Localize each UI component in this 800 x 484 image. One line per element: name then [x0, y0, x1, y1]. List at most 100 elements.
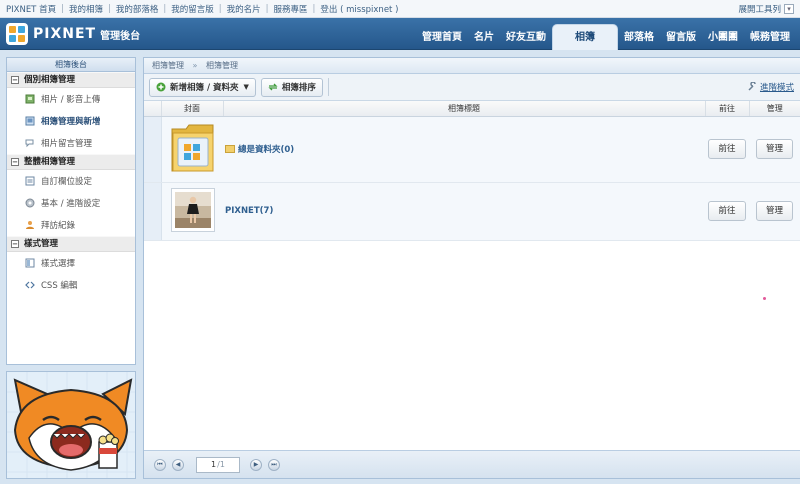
main-nav: 管理首頁 名片 好友互動 相簿 部落格 留言版 小團團 帳務管理 [416, 22, 796, 50]
sidebar-item-style-select[interactable]: 樣式選擇 [7, 252, 135, 274]
album-title-link[interactable]: PIXNET(7) [225, 206, 705, 216]
mascot-illustration [6, 371, 136, 479]
top-link-my-blog[interactable]: 我的部落格 [116, 3, 159, 15]
last-page-icon[interactable]: ⏭ [268, 458, 280, 471]
style-icon [25, 258, 35, 268]
stray-dot [763, 297, 766, 300]
go-cell: 前往 [705, 182, 749, 241]
manage-button[interactable]: 管理 [755, 139, 793, 159]
nav-album[interactable]: 相簿 [552, 24, 618, 50]
top-link-my-guestbook[interactable]: 我的留言版 [171, 3, 214, 15]
add-album-label: 新增相簿 / 資料夾 [170, 83, 239, 93]
nav-card[interactable]: 名片 [468, 26, 500, 50]
nav-friends[interactable]: 好友互動 [500, 26, 552, 50]
nav-blog[interactable]: 部落格 [618, 26, 660, 50]
folder-title: 總是資料夾(0) [238, 145, 295, 155]
go-button[interactable]: 前往 [708, 139, 746, 159]
total-pages: /1 [217, 460, 225, 469]
pixnet-logo[interactable]: PIXNET 管理後台 [6, 23, 140, 45]
folder-cover[interactable] [161, 116, 223, 183]
add-album-button[interactable]: 新增相簿 / 資料夾 ▼ [149, 77, 256, 97]
sidebar-item-label: CSS 編輯 [41, 281, 78, 291]
folder-title-link[interactable]: 總是資料夾(0) [225, 143, 705, 155]
sidebar-section-label: 整體相簿管理 [24, 157, 76, 167]
sidebar: 相簿後台 − 個別相簿管理 相片 / 影音上傳 相簿管理與新增 相片留言管理 −… [6, 57, 136, 365]
add-icon [156, 82, 166, 92]
page-number-input[interactable]: 1/1 [196, 456, 240, 473]
album-title-cell: 總是資料夾(0) [223, 116, 705, 183]
sidebar-item-upload[interactable]: 相片 / 影音上傳 [7, 88, 135, 110]
row-select-handle[interactable] [144, 182, 162, 241]
album-manage-icon [25, 116, 35, 126]
nav-guestbook[interactable]: 留言版 [660, 26, 702, 50]
logo-text: PIXNET [33, 26, 97, 42]
visit-log-icon [25, 220, 35, 230]
breadcrumb-item[interactable]: 相簿管理 [152, 61, 184, 70]
prev-page-icon[interactable]: ◀ [172, 458, 184, 471]
album-toolbar: 新增相簿 / 資料夾 ▼ 相簿排序 進階模式 [144, 74, 800, 101]
manage-cell: 管理 [749, 182, 800, 241]
row-select-handle[interactable] [144, 116, 162, 183]
advanced-mode-link[interactable]: 進階模式 [747, 81, 794, 93]
sidebar-section-label: 個別相簿管理 [24, 75, 76, 85]
nav-billing[interactable]: 帳務管理 [744, 26, 796, 50]
manage-button[interactable]: 管理 [755, 201, 793, 221]
nav-groups[interactable]: 小團團 [702, 26, 744, 50]
first-page-icon[interactable]: ⏮ [154, 458, 166, 471]
top-link-home[interactable]: PIXNET 首頁 [6, 3, 56, 15]
css-icon [25, 280, 35, 290]
album-cover-thumbnail [170, 187, 215, 232]
gear-icon [25, 198, 35, 208]
table-header-row: 封面 相簿標題 前往 管理 [144, 101, 800, 117]
top-link-my-album[interactable]: 我的相簿 [69, 3, 103, 15]
sidebar-item-label: 相片 / 影音上傳 [41, 95, 101, 105]
sort-albums-button[interactable]: 相簿排序 [260, 77, 323, 97]
next-page-icon[interactable]: ▶ [250, 458, 262, 471]
sidebar-item-css-edit[interactable]: CSS 編輯 [7, 274, 135, 296]
sidebar-item-settings[interactable]: 基本 / 進階設定 [7, 192, 135, 214]
go-button[interactable]: 前往 [708, 201, 746, 221]
sidebar-section-style[interactable]: − 樣式管理 [7, 236, 135, 252]
table-row[interactable]: 總是資料夾(0) 前往 管理 [144, 116, 800, 183]
top-link-logout[interactable]: 登出 ( misspixnet ) [320, 3, 398, 15]
main-panel: 相簿管理 » 相簿管理 新增相簿 / 資料夾 ▼ 相簿排序 進階模式 封面 相簿… [143, 57, 800, 479]
nav-admin-home[interactable]: 管理首頁 [416, 26, 468, 50]
sidebar-item-album-manage[interactable]: 相簿管理與新增 [7, 110, 135, 132]
collapse-icon[interactable]: − [11, 76, 19, 84]
sidebar-item-label: 拜訪紀錄 [41, 221, 76, 231]
top-link-my-card[interactable]: 我的名片 [227, 3, 261, 15]
cover-column-header: 封面 [161, 101, 224, 117]
toolbar-expand-button[interactable]: 展開工具列 ▾ [738, 3, 794, 15]
folder-cover-icon [171, 124, 213, 171]
sidebar-section-label: 樣式管理 [24, 239, 59, 249]
collapse-icon[interactable]: − [11, 158, 19, 166]
sidebar-item-custom-fields[interactable]: 自訂欄位設定 [7, 170, 135, 192]
table-row[interactable]: PIXNET(7) 前往 管理 [144, 182, 800, 241]
photo-upload-icon [25, 94, 35, 104]
sidebar-item-label: 相簿管理與新增 [41, 117, 101, 127]
sidebar-section-individual[interactable]: − 個別相簿管理 [7, 72, 135, 88]
album-table: 封面 相簿標題 前往 管理 總是資料夾(0) 前往 管理 PIXNET(7) 前… [144, 101, 800, 241]
pagination: ⏮ ◀ 1/1 ▶ ⏭ [144, 450, 800, 478]
sidebar-section-overall[interactable]: − 整體相簿管理 [7, 154, 135, 170]
custom-field-icon [25, 176, 35, 186]
top-link-bar: PIXNET 首頁 | 我的相簿 | 我的部落格 | 我的留言版 | 我的名片 | 服務專… [0, 0, 800, 18]
album-title-cell: PIXNET(7) [223, 182, 705, 241]
select-column-header [144, 101, 162, 117]
breadcrumb: 相簿管理 » 相簿管理 [144, 58, 800, 74]
breadcrumb-item-current: 相簿管理 [206, 61, 238, 70]
sidebar-item-label: 相片留言管理 [41, 139, 93, 149]
sort-albums-label: 相簿排序 [281, 83, 316, 93]
go-column-header: 前往 [705, 101, 750, 117]
title-column-header: 相簿標題 [223, 101, 706, 117]
sort-icon [268, 82, 278, 92]
collapse-icon[interactable]: − [11, 240, 19, 248]
advanced-mode-label: 進階模式 [759, 83, 794, 93]
sidebar-item-visit-log[interactable]: 拜訪紀錄 [7, 214, 135, 236]
sidebar-item-photo-comments[interactable]: 相片留言管理 [7, 132, 135, 154]
current-page: 1 [211, 460, 217, 469]
sidebar-item-label: 樣式選擇 [41, 259, 76, 269]
breadcrumb-separator-icon: » [192, 61, 198, 70]
top-link-service[interactable]: 服務專區 [274, 3, 308, 15]
album-cover[interactable] [161, 182, 223, 241]
